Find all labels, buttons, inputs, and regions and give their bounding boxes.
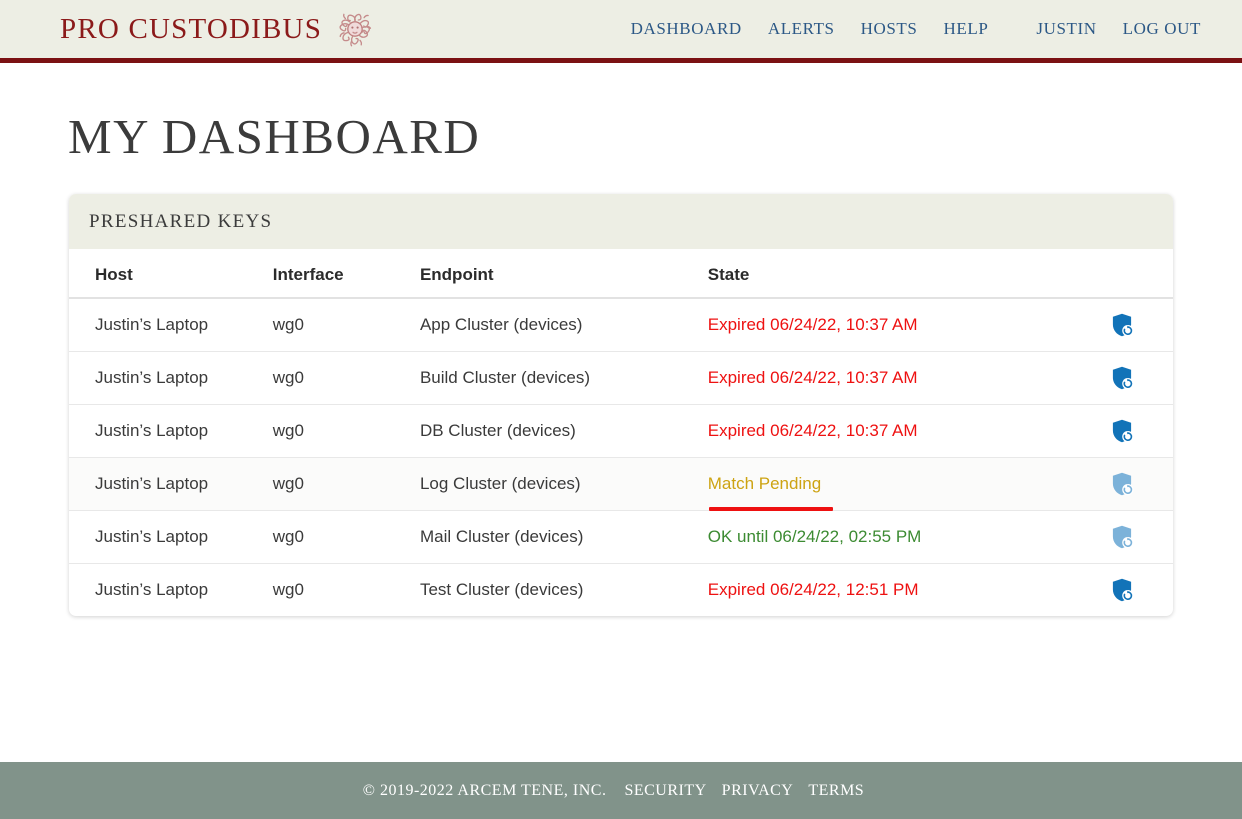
- table-body: Justin’s Laptop wg0 App Cluster (devices) E…: [69, 298, 1173, 616]
- cell-interface: wg0: [272, 580, 304, 599]
- footer-link-security[interactable]: Security: [624, 782, 706, 800]
- cell-action-icon[interactable]: [1109, 351, 1173, 405]
- shield-refresh-icon[interactable]: [1109, 471, 1173, 497]
- footer-link-privacy[interactable]: Privacy: [722, 782, 794, 800]
- brand-name: Pro Custodibus: [60, 12, 323, 45]
- nav-link-hosts[interactable]: Hosts: [848, 19, 931, 39]
- cell-action-icon[interactable]: [1109, 564, 1173, 617]
- cell-interface: wg0: [272, 510, 420, 564]
- cell-endpoint: Mail Cluster (devices): [419, 510, 708, 564]
- app-root: Pro Custodibus: [0, 0, 1242, 819]
- table-row[interactable]: Justin’s Laptop wg0 DB Cluster (devices) Ex…: [69, 404, 1173, 458]
- nav-link-user[interactable]: Justin: [1023, 19, 1109, 39]
- cell-host: Justin’s Laptop: [69, 510, 273, 564]
- cell-state: Match Pending: [707, 457, 1110, 511]
- shield-refresh-icon[interactable]: [1109, 365, 1173, 391]
- shield-refresh-icon[interactable]: [1109, 312, 1173, 338]
- footer-content: © 2019-2022 Arcem Tene, Inc. Security Pr…: [363, 782, 879, 800]
- column-header-endpoint: Endpoint: [419, 249, 708, 299]
- preshared-keys-card: Preshared Keys Host Interface Endpoint S…: [69, 194, 1173, 616]
- cell-action-icon[interactable]: [1109, 298, 1173, 352]
- cell-host: Justin’s Laptop: [69, 457, 273, 511]
- cell-endpoint: Log Cluster (devices): [419, 457, 708, 511]
- table-row[interactable]: Justin’s Laptop wg0 Build Cluster (devices…: [69, 351, 1173, 405]
- cell-interface: wg0: [272, 351, 420, 405]
- footer-link-terms[interactable]: Terms: [808, 782, 864, 800]
- status-badge: Expired 06/24/22, 10:37 AM: [707, 368, 918, 387]
- site-footer: © 2019-2022 Arcem Tene, Inc. Security Pr…: [0, 762, 1242, 819]
- cell-state: Expired 06/24/22, 10:37 AM: [707, 351, 1110, 405]
- page-title: My Dashboard: [68, 109, 481, 164]
- column-header-interface: Interface: [272, 249, 420, 299]
- card-header: Preshared Keys: [69, 194, 1173, 249]
- medusa-head-icon: [332, 6, 378, 52]
- cell-action-icon[interactable]: [1109, 510, 1173, 564]
- status-badge: OK until 06/24/22, 02:55 PM: [707, 527, 922, 546]
- table-row[interactable]: Justin’s Laptop wg0 App Cluster (devices) E…: [69, 298, 1173, 352]
- cell-host: Justin’s Laptop: [69, 404, 273, 458]
- brand-logo-link[interactable]: Pro Custodibus: [60, 6, 378, 52]
- status-badge: Match Pending: [707, 474, 822, 493]
- column-header-host: Host: [69, 249, 273, 299]
- nav-link-logout[interactable]: Log Out: [1110, 19, 1214, 39]
- nav-link-help[interactable]: Help: [930, 19, 1001, 39]
- cell-state: Expired 06/24/22, 10:37 AM: [707, 404, 1110, 458]
- footer-copyright: © 2019-2022 Arcem Tene, Inc.: [362, 781, 607, 799]
- table-row[interactable]: Justin’s Laptop wg0 Log Cluster (devices) M…: [69, 457, 1173, 511]
- table-row[interactable]: Justin’s Laptop wg0 Mail Cluster (devices)…: [69, 510, 1173, 564]
- cell-action-icon[interactable]: [1109, 404, 1173, 458]
- status-badge: Expired 06/24/22, 10:37 AM: [707, 315, 918, 334]
- cell-endpoint: Test Cluster (devices): [419, 580, 584, 599]
- nav-link-alerts[interactable]: Alerts: [755, 19, 848, 39]
- cell-host: Justin’s Laptop: [95, 580, 209, 599]
- cell-interface: wg0: [272, 457, 420, 511]
- cell-state: Expired 06/24/22, 10:37 AM: [707, 298, 1110, 352]
- table-header-row: Host Interface Endpoint State: [69, 249, 1173, 299]
- card-title: Preshared Keys: [89, 210, 273, 232]
- cell-endpoint: DB Cluster (devices): [419, 404, 708, 458]
- cell-interface: wg0: [272, 298, 420, 352]
- cell-host: Justin’s Laptop: [69, 298, 273, 352]
- table-head: Host Interface Endpoint State: [69, 249, 1173, 299]
- status-badge: Expired 06/24/22, 10:37 AM: [707, 421, 918, 440]
- cell-host: Justin’s Laptop: [69, 351, 273, 405]
- preshared-keys-table: Host Interface Endpoint State Justin’s L…: [69, 249, 1173, 616]
- cell-endpoint: Build Cluster (devices): [419, 351, 708, 405]
- column-header-state: State: [707, 249, 1110, 299]
- column-header-icon: [1109, 249, 1173, 299]
- cell-state: Expired 06/24/22, 12:51 PM: [708, 564, 1110, 617]
- main-navigation: Dashboard Alerts Hosts Help Justin Log O…: [618, 0, 1214, 58]
- shield-refresh-icon[interactable]: [1109, 524, 1173, 550]
- cell-state: OK until 06/24/22, 02:55 PM: [707, 510, 1110, 564]
- site-header: Pro Custodibus: [0, 0, 1242, 63]
- table-row[interactable]: Justin’s Laptop wg0 Test Cluster (devices)…: [69, 564, 1173, 617]
- status-badge: Expired 06/24/22, 12:51 PM: [707, 580, 919, 599]
- cell-endpoint: App Cluster (devices): [419, 298, 708, 352]
- shield-refresh-icon[interactable]: [1109, 577, 1173, 603]
- shield-refresh-icon[interactable]: [1109, 418, 1173, 444]
- cell-interface: wg0: [272, 404, 420, 458]
- nav-link-dashboard[interactable]: Dashboard: [618, 19, 755, 39]
- cell-action-icon[interactable]: [1109, 457, 1173, 511]
